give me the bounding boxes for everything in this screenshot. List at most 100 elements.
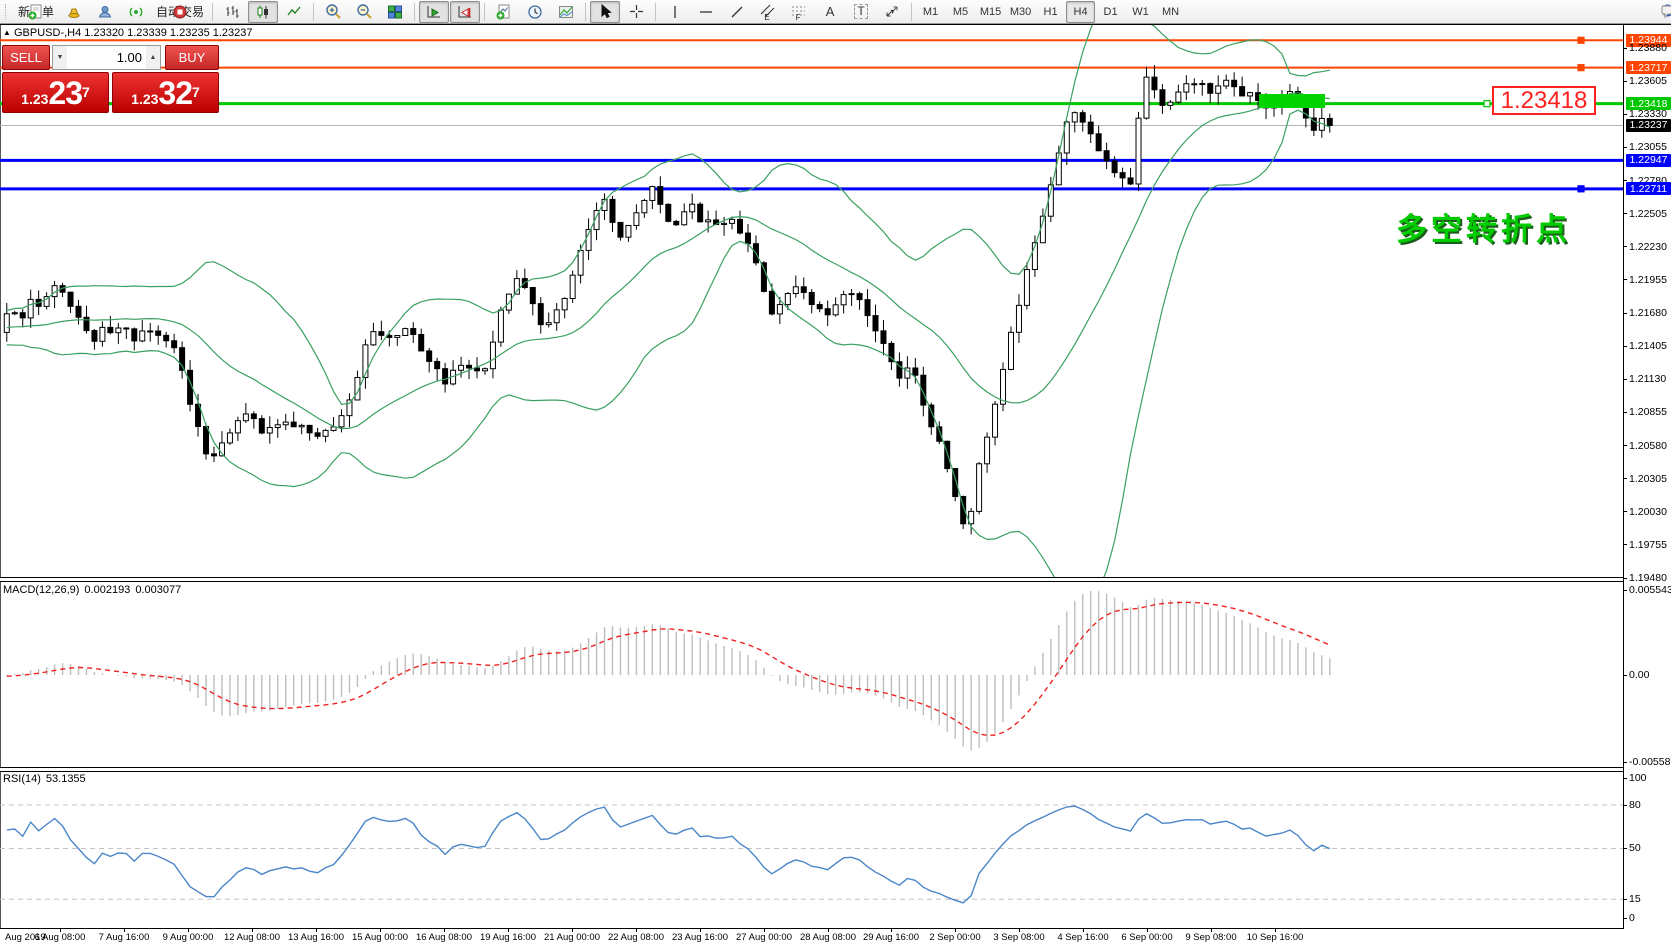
sell-price-main: 1.23 bbox=[21, 88, 48, 110]
sell-price-display[interactable]: 1.23237 bbox=[2, 72, 109, 113]
price-axis-label: 1.19480 bbox=[1629, 572, 1667, 584]
indicator-axis-tick bbox=[1623, 899, 1627, 900]
timeframe-button-m15[interactable]: M15 bbox=[976, 1, 1005, 23]
indicator-axis-label: 80 bbox=[1629, 799, 1641, 811]
fibonacci-icon bbox=[791, 4, 807, 19]
zoom-in-button[interactable] bbox=[318, 1, 348, 23]
toolbar-separator bbox=[911, 3, 912, 21]
date-axis-label: 9 Aug 00:00 bbox=[163, 932, 214, 943]
text-tool-button[interactable]: A bbox=[815, 1, 845, 23]
clock-icon bbox=[527, 4, 543, 20]
date-axis-label: 7 Aug 16:00 bbox=[99, 932, 150, 943]
main-price-chart[interactable] bbox=[0, 25, 1623, 577]
buy-price-pips: 32 bbox=[158, 76, 192, 110]
indicator-axis-tick bbox=[1623, 778, 1627, 779]
templates-button[interactable]: ▾ bbox=[551, 1, 581, 23]
toolbar-separator bbox=[655, 3, 656, 21]
candlestick-chart-button[interactable] bbox=[248, 1, 278, 23]
rsi-indicator-chart[interactable] bbox=[0, 773, 1623, 927]
community-button[interactable] bbox=[90, 1, 120, 23]
channel-tool-button[interactable]: E bbox=[753, 1, 783, 23]
macd-panel-separator[interactable] bbox=[0, 577, 1623, 582]
indicators-button[interactable]: ▾ bbox=[489, 1, 519, 23]
buy-price-display[interactable]: 1.23327 bbox=[112, 72, 219, 113]
rsi-name: RSI(14) bbox=[3, 773, 41, 785]
chart-shift-button[interactable] bbox=[450, 1, 480, 23]
timeframe-button-m1[interactable]: M1 bbox=[916, 1, 945, 23]
auto-trading-button[interactable]: 自动交易 bbox=[152, 1, 208, 23]
timeframe-button-h1[interactable]: H1 bbox=[1036, 1, 1065, 23]
macd-value-main: 0.002193 bbox=[84, 584, 130, 596]
price-axis-label: 1.20030 bbox=[1629, 506, 1667, 518]
price-axis-tick bbox=[1623, 81, 1627, 82]
zoom-out-button[interactable] bbox=[349, 1, 379, 23]
gold-icon bbox=[66, 4, 82, 20]
volume-increase-button[interactable]: ▲ bbox=[146, 46, 160, 69]
timeframe-button-w1[interactable]: W1 bbox=[1126, 1, 1155, 23]
trendline-tool-button[interactable] bbox=[722, 1, 752, 23]
toolbar-grip[interactable] bbox=[5, 4, 11, 20]
cursor-button[interactable] bbox=[590, 1, 620, 23]
volume-decrease-button[interactable]: ▼ bbox=[53, 46, 67, 69]
bar-chart-icon bbox=[224, 4, 240, 20]
bar-chart-button[interactable] bbox=[217, 1, 247, 23]
price-axis-tick bbox=[1623, 48, 1627, 49]
price-axis-tick bbox=[1623, 180, 1627, 181]
price-axis-label: 1.23880 bbox=[1629, 42, 1667, 54]
chat-icon[interactable] bbox=[1660, 3, 1671, 21]
indicator-axis-tick bbox=[1623, 848, 1627, 849]
text-label-tool-button[interactable]: T bbox=[846, 1, 876, 23]
macd-label: MACD(12,26,9)0.0021930.003077 bbox=[3, 584, 181, 596]
timeframe-button-m30[interactable]: M30 bbox=[1006, 1, 1035, 23]
signals-button[interactable] bbox=[121, 1, 151, 23]
line-chart-button[interactable] bbox=[279, 1, 309, 23]
volume-input[interactable]: 1.00 bbox=[67, 46, 146, 69]
community-icon bbox=[97, 4, 113, 20]
new-order-icon bbox=[28, 4, 44, 20]
price-axis-tick bbox=[1623, 147, 1627, 148]
timeframe-button-h4[interactable]: H4 bbox=[1066, 1, 1095, 23]
periods-button[interactable]: ▾ bbox=[520, 1, 550, 23]
buy-price-sup: 7 bbox=[192, 73, 200, 111]
fibonacci-tool-button[interactable]: F bbox=[784, 1, 814, 23]
price-axis-tick bbox=[1623, 114, 1627, 115]
arrows-icon bbox=[884, 4, 900, 19]
rsi-value: 53.1355 bbox=[46, 773, 86, 785]
rsi-panel-separator[interactable] bbox=[0, 767, 1623, 772]
candlestick-chart-icon bbox=[255, 4, 271, 20]
auto-scroll-button[interactable] bbox=[419, 1, 449, 23]
new-order-button[interactable]: 新订单 bbox=[14, 1, 58, 23]
date-axis-label: 22 Aug 08:00 bbox=[608, 932, 664, 943]
tile-windows-button[interactable] bbox=[380, 1, 410, 23]
timeframe-button-m5[interactable]: M5 bbox=[946, 1, 975, 23]
vertical-line-tool-button[interactable] bbox=[660, 1, 690, 23]
timeframe-button-mn[interactable]: MN bbox=[1156, 1, 1185, 23]
horizontal-line-tool-button[interactable] bbox=[691, 1, 721, 23]
date-axis-label: 16 Aug 08:00 bbox=[416, 932, 472, 943]
sell-price-pips: 23 bbox=[48, 76, 82, 110]
date-axis-label: 13 Aug 16:00 bbox=[288, 932, 344, 943]
price-axis-tick bbox=[1623, 544, 1627, 545]
crosshair-button[interactable] bbox=[621, 1, 651, 23]
gold-button[interactable] bbox=[59, 1, 89, 23]
sell-button[interactable]: SELL bbox=[2, 45, 50, 70]
price-axis-label: 1.20305 bbox=[1629, 473, 1667, 485]
text-label-icon: T bbox=[854, 4, 867, 19]
price-axis-tick bbox=[1623, 478, 1627, 479]
text-tool-icon: A bbox=[826, 4, 835, 19]
date-axis-label: 6 Aug 08:00 bbox=[35, 932, 86, 943]
buy-button[interactable]: BUY bbox=[165, 45, 219, 70]
price-axis-label: 1.23605 bbox=[1629, 75, 1667, 87]
arrows-tool-button[interactable]: ▾ bbox=[877, 1, 907, 23]
toolbar-separator bbox=[212, 3, 213, 21]
indicator-axis-label: 50 bbox=[1629, 842, 1641, 854]
macd-indicator-chart[interactable] bbox=[0, 583, 1623, 766]
one-click-trading-panel: SELL ▼ 1.00 ▲ BUY 1.23237 1.23327 bbox=[2, 45, 219, 113]
date-axis-label: 19 Aug 16:00 bbox=[480, 932, 536, 943]
indicator-axis-label: -0.005583 bbox=[1629, 756, 1671, 768]
indicator-axis-tick bbox=[1623, 918, 1627, 919]
timeframe-button-d1[interactable]: D1 bbox=[1096, 1, 1125, 23]
auto-trading-icon bbox=[172, 4, 188, 20]
price-callout-box[interactable]: 1.23418 bbox=[1492, 86, 1596, 115]
mt4-window: 新订单 自动交易 bbox=[0, 0, 1671, 947]
